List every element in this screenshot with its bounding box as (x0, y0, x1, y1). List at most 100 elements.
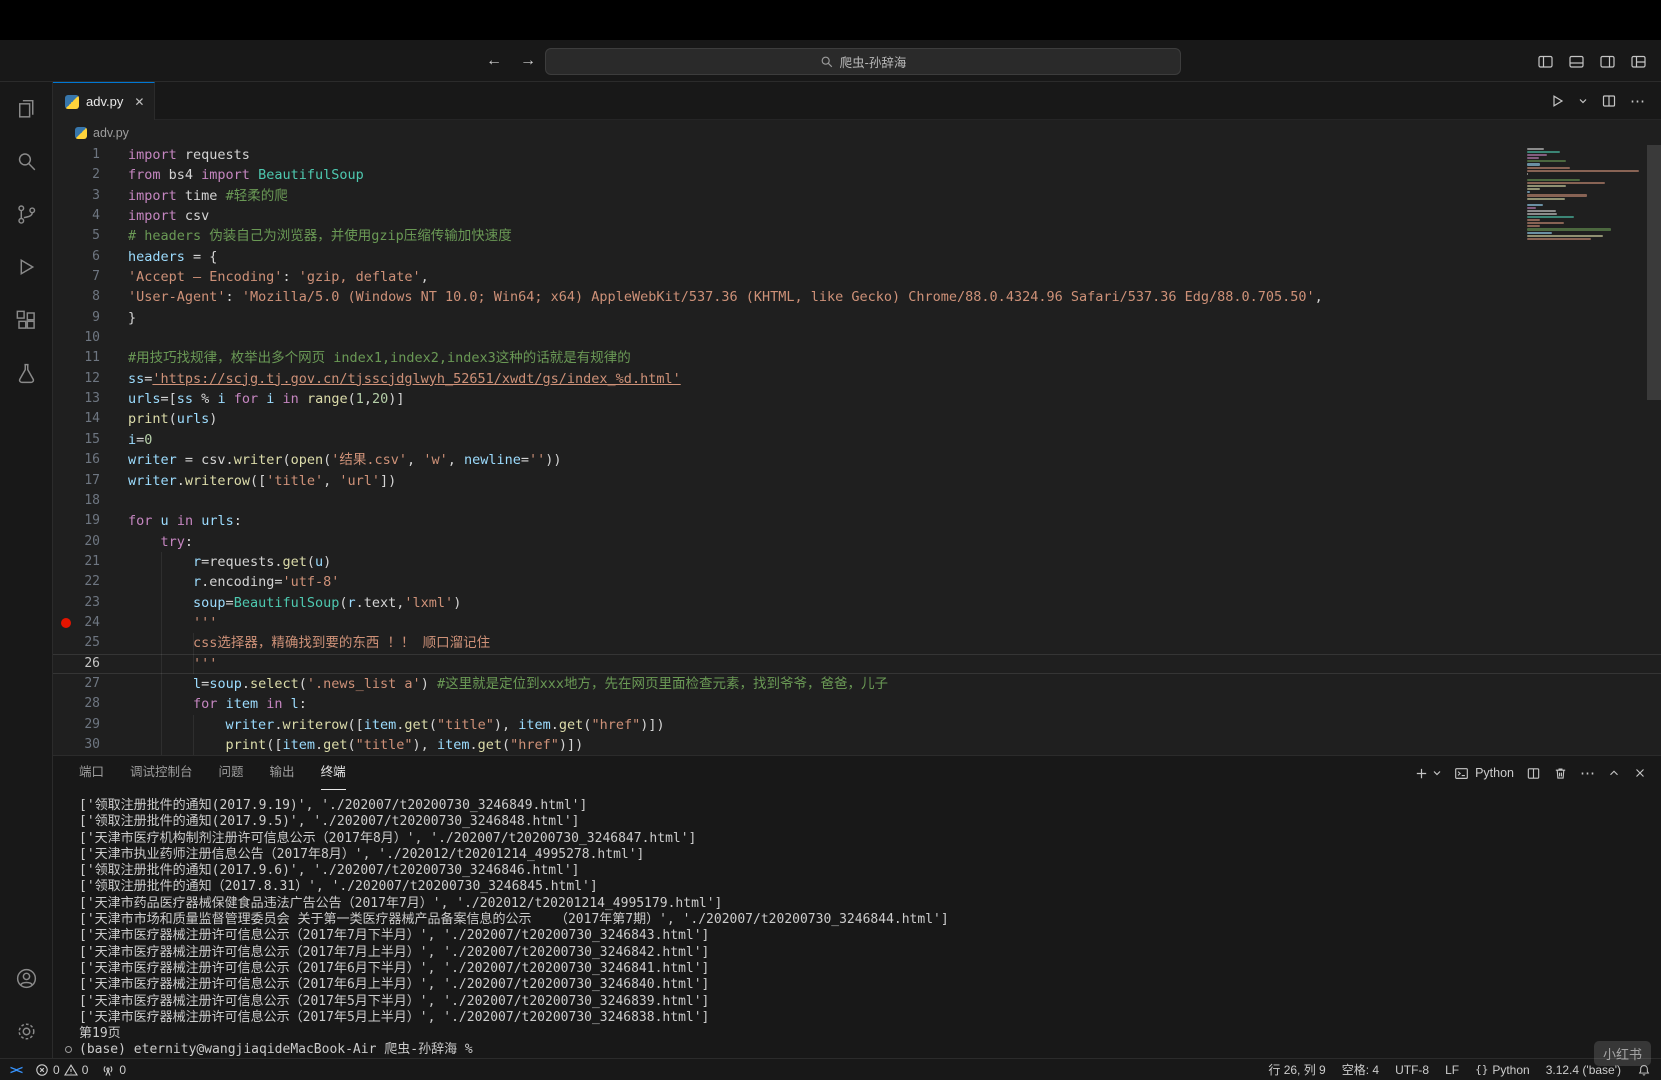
back-arrow-icon[interactable]: ← (486, 52, 502, 70)
line-number[interactable]: 25 (53, 633, 100, 653)
code-line[interactable]: 12 ss='https://scjg.tj.gov.cn/tjsscjdglwy… (53, 369, 1661, 389)
code-line[interactable]: 4 import csv (53, 206, 1661, 226)
encoding[interactable]: UTF-8 (1395, 1063, 1429, 1077)
code-line[interactable]: 27 l=soup.select('.news_list a') #这里就是定位… (53, 673, 1661, 695)
customize-layout-icon[interactable] (1630, 53, 1647, 70)
code-line[interactable]: 2 from bs4 import BeautifulSoup (53, 165, 1661, 185)
remote-indicator[interactable]: >< (10, 1063, 23, 1077)
panel-tab-问题[interactable]: 问题 (219, 756, 244, 790)
split-terminal-button[interactable] (1526, 766, 1541, 781)
panel-tab-输出[interactable]: 输出 (270, 756, 295, 790)
language-mode[interactable]: {} Python (1475, 1063, 1530, 1077)
code-line[interactable]: 11 #用技巧找规律，枚举出多个网页 index1,index2,index3这种… (53, 348, 1661, 368)
line-number[interactable]: 15 (53, 430, 100, 450)
close-panel-button[interactable] (1633, 766, 1647, 780)
line-number[interactable]: 17 (53, 471, 100, 491)
command-center-search[interactable]: 爬虫-孙辞海 (545, 48, 1181, 75)
code-line[interactable]: 26 ''' (53, 653, 1661, 674)
testing-icon[interactable] (0, 347, 52, 400)
eol-selector[interactable]: LF (1445, 1063, 1459, 1077)
line-number[interactable]: 6 (53, 247, 100, 267)
code-line[interactable]: 5 # headers 伪装自己为浏览器，并使用gzip压缩传输加快速度 (53, 226, 1661, 246)
terminal-output[interactable]: ['领取注册批件的通知(2017.9.19)', './202007/t2020… (53, 790, 1661, 1059)
split-editor-icon[interactable] (1601, 93, 1617, 109)
line-number[interactable]: 5 (53, 226, 100, 246)
line-number[interactable]: 20 (53, 532, 100, 552)
kill-terminal-button[interactable] (1553, 766, 1568, 781)
code-editor[interactable]: 1 import requests 2 from bs4 import Beautif… (53, 145, 1661, 755)
breadcrumb-file[interactable]: adv.py (93, 126, 129, 140)
line-number[interactable]: 29 (53, 715, 100, 735)
line-number[interactable]: 1 (53, 145, 100, 165)
line-number[interactable]: 19 (53, 511, 100, 531)
line-number[interactable]: 9 (53, 308, 100, 328)
code-line[interactable]: 22 r.encoding='utf-8' (53, 572, 1661, 593)
source-control-icon[interactable] (0, 188, 52, 241)
account-icon[interactable] (0, 952, 52, 1005)
code-line[interactable]: 1 import requests (53, 145, 1661, 165)
panel-tab-终端[interactable]: 终端 (320, 756, 346, 790)
extensions-icon[interactable] (0, 294, 52, 347)
code-line[interactable]: 25 css选择器，精确找到要的东西 ！！ 顺口溜记住 (53, 633, 1661, 654)
code-line[interactable]: 30 print([item.get("title"), item.get("h… (53, 734, 1661, 755)
run-and-debug-icon[interactable] (0, 241, 52, 294)
line-number[interactable]: 18 (53, 491, 100, 511)
code-line[interactable]: 18 (53, 491, 1661, 511)
code-line[interactable]: 13 urls=[ss % i for i in range(1,20)] (53, 389, 1661, 409)
code-line[interactable]: 7 'Accept — Encoding': 'gzip, deflate', (53, 267, 1661, 287)
line-number[interactable]: 16 (53, 450, 100, 470)
ports-status[interactable]: 0 (101, 1063, 126, 1077)
panel-more-actions-button[interactable]: ⋯ (1580, 764, 1595, 782)
run-dropdown-icon[interactable] (1578, 96, 1588, 106)
cursor-position[interactable]: 行 26, 列 9 (1268, 1061, 1325, 1078)
search-sidebar-icon[interactable] (0, 135, 52, 188)
editor-scrollbar[interactable] (1647, 145, 1661, 400)
code-line[interactable]: 24 ''' (53, 612, 1661, 634)
code-line[interactable]: 3 import time #轻柔的爬 (53, 186, 1661, 206)
settings-gear-icon[interactable] (0, 1005, 52, 1058)
toggle-panel-icon[interactable] (1568, 53, 1585, 70)
line-number[interactable]: 22 (53, 572, 100, 592)
code-line[interactable]: 15 i=0 (53, 430, 1661, 450)
terminal-prompt[interactable]: (base) eternity@wangjiaqideMacBook-Air 爬… (65, 1042, 1661, 1058)
line-number[interactable]: 4 (53, 206, 100, 226)
line-number[interactable]: 26 (53, 654, 100, 674)
explorer-icon[interactable] (0, 82, 52, 135)
code-line[interactable]: 17 writer.writerow(['title', 'url']) (53, 471, 1661, 491)
line-number[interactable]: 27 (53, 674, 100, 694)
code-line[interactable]: 23 soup=BeautifulSoup(r.text,'lxml') (53, 592, 1661, 613)
code-line[interactable]: 29 writer.writerow([item.get("title"), i… (53, 714, 1661, 735)
problems-status[interactable]: 0 0 (35, 1063, 88, 1077)
code-line[interactable]: 14 print(urls) (53, 409, 1661, 429)
code-line[interactable]: 21 r=requests.get(u) (53, 551, 1661, 573)
line-number[interactable]: 11 (53, 348, 100, 368)
code-line[interactable]: 28 for item in l: (53, 694, 1661, 715)
line-number[interactable]: 21 (53, 552, 100, 572)
code-line[interactable]: 9} (53, 308, 1661, 328)
line-number[interactable]: 10 (53, 328, 100, 348)
maximize-panel-button[interactable] (1607, 766, 1621, 780)
code-line[interactable]: 6 headers = { (53, 247, 1661, 267)
line-number[interactable]: 7 (53, 267, 100, 287)
line-number[interactable]: 13 (53, 389, 100, 409)
line-number[interactable]: 12 (53, 369, 100, 389)
line-number[interactable]: 8 (53, 287, 100, 307)
minimap[interactable] (1527, 148, 1647, 241)
code-line[interactable]: 16 writer = csv.writer(open('结果.csv', 'w'… (53, 450, 1661, 470)
toggle-sidebar-left-icon[interactable] (1537, 53, 1554, 70)
panel-tab-端口[interactable]: 端口 (79, 756, 104, 790)
new-terminal-button[interactable] (1414, 766, 1442, 781)
editor-more-actions-icon[interactable]: ⋯ (1630, 92, 1645, 110)
indentation[interactable]: 空格: 4 (1342, 1061, 1379, 1078)
line-number[interactable]: 2 (53, 165, 100, 185)
line-number[interactable]: 30 (53, 735, 100, 755)
line-number[interactable]: 23 (53, 593, 100, 613)
code-line[interactable]: 8 'User-Agent': 'Mozilla/5.0 (Windows NT … (53, 287, 1661, 307)
line-number[interactable]: 28 (53, 694, 100, 714)
forward-arrow-icon[interactable]: → (520, 52, 536, 70)
code-line[interactable]: 20 try: (53, 532, 1661, 552)
panel-tab-调试控制台[interactable]: 调试控制台 (130, 756, 193, 790)
code-line[interactable]: 19 for u in urls: (53, 511, 1661, 531)
terminal-profile-python[interactable]: Python (1454, 766, 1514, 781)
run-python-file-button[interactable] (1549, 93, 1565, 109)
